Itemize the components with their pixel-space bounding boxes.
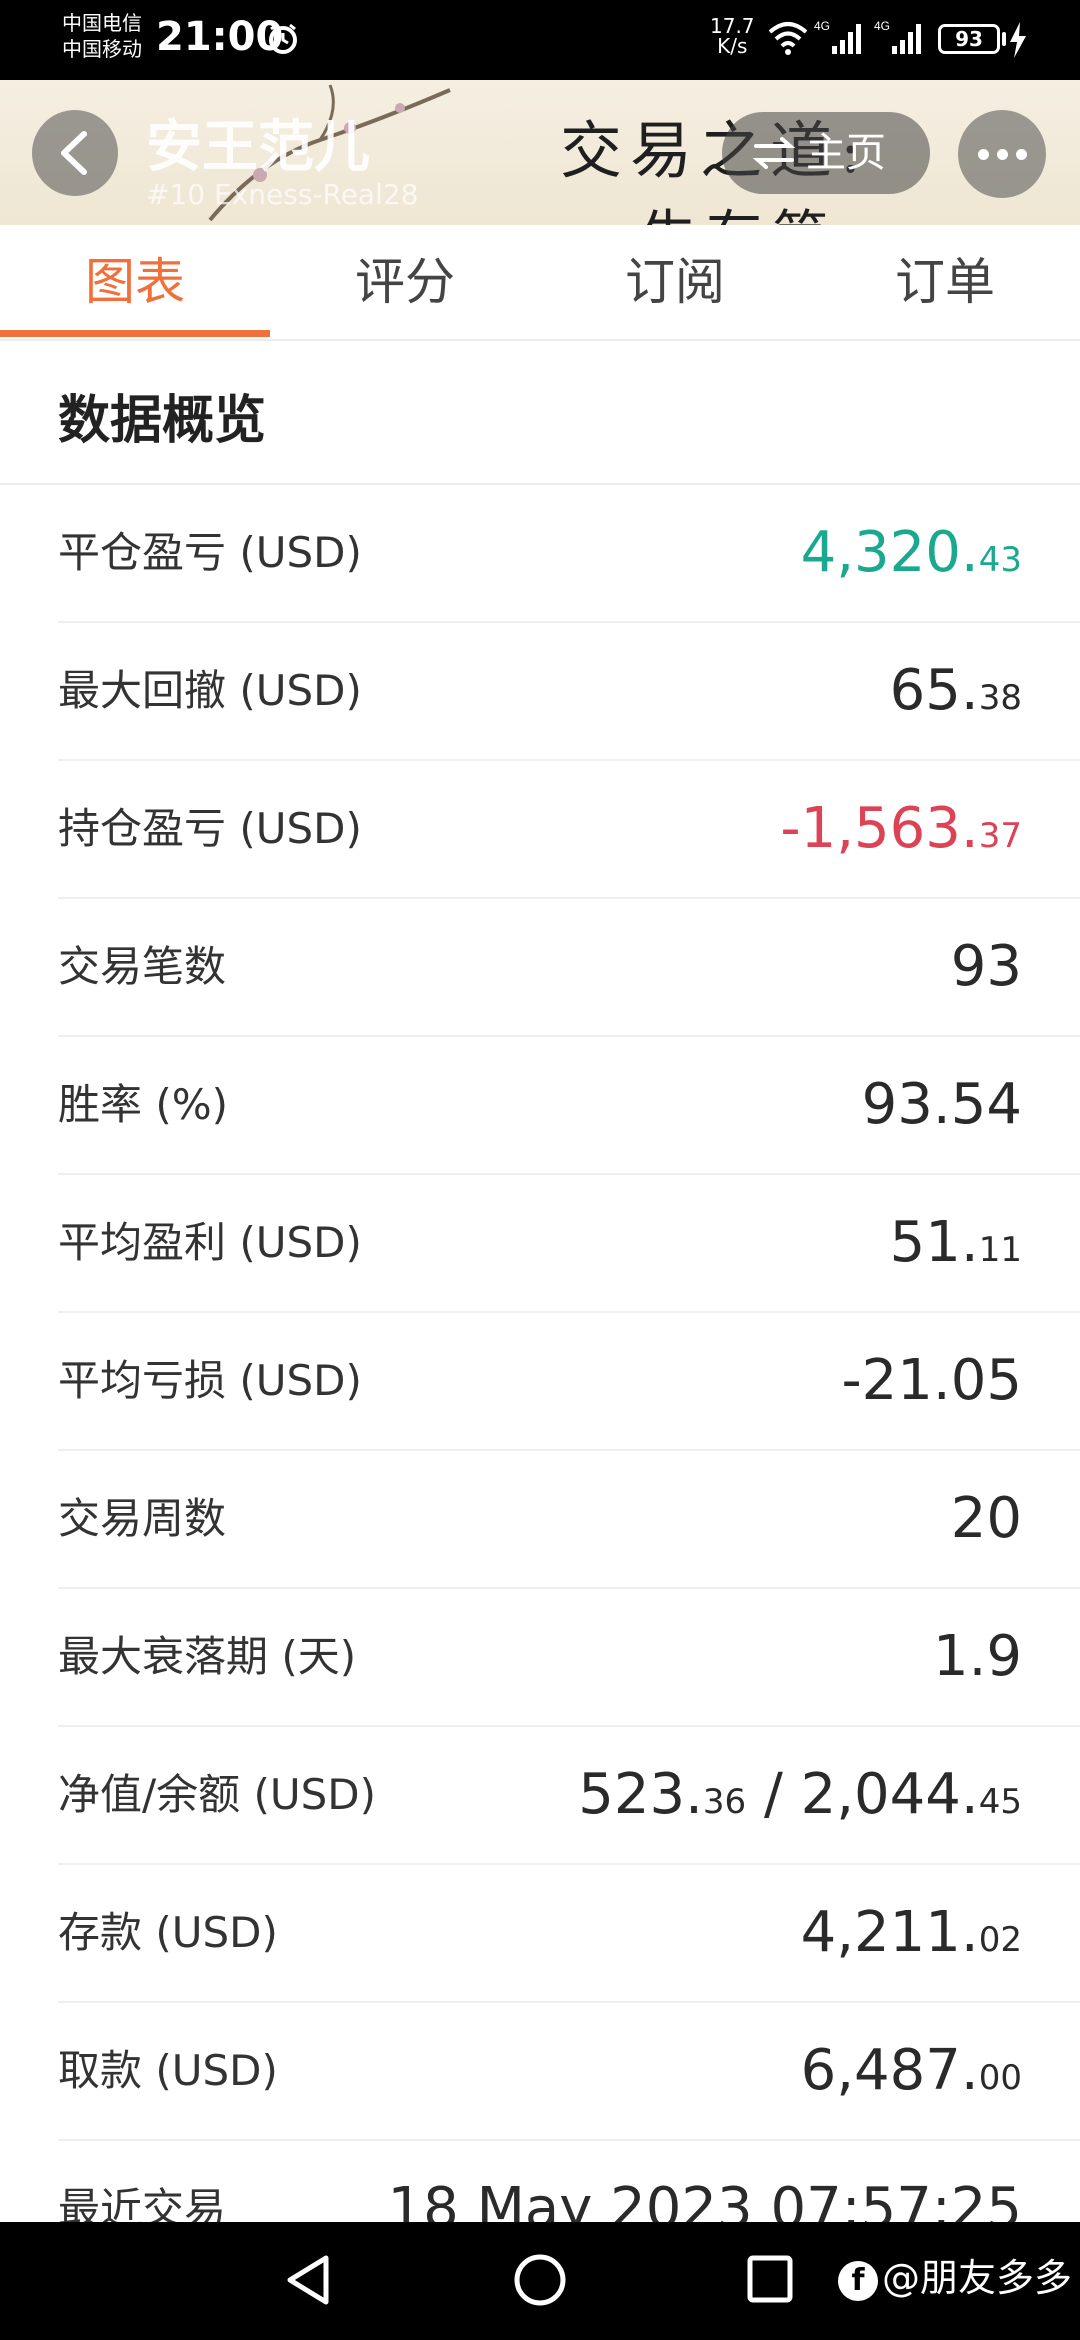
nav-back-icon[interactable] <box>282 2252 334 2308</box>
tab-subscribe[interactable]: 订阅 <box>540 225 810 339</box>
switch-arrows-icon <box>752 137 796 169</box>
carrier-info: 中国电信 中国移动 <box>62 10 142 62</box>
profile-header: 交易之道: 生存第一 安王范儿 #10 Exness-Real28 主页 <box>0 80 1080 225</box>
stats-list: 平仓盈亏 (USD) 4,320.43 最大回撤 (USD) 65.38 持仓盈… <box>0 485 1080 2279</box>
watermark: f @朋友多多 <box>838 2250 1072 2306</box>
stat-label: 存款 (USD) <box>58 1908 278 1957</box>
section-title: 数据概览 <box>58 391 267 451</box>
chevron-left-icon <box>61 131 87 175</box>
stat-row-avg-profit: 平均盈利 (USD) 51.11 <box>58 1175 1080 1313</box>
stat-value: 6,487.00 <box>800 2038 1022 2103</box>
stat-label: 胜率 (%) <box>58 1080 229 1129</box>
more-dot-icon <box>978 149 989 160</box>
stat-label: 净值/余额 (USD) <box>58 1770 377 1819</box>
stat-value: 20 <box>950 1486 1022 1551</box>
stat-row-max-decline-period: 最大衰落期 (天) 1.9 <box>58 1589 1080 1727</box>
stat-label: 平均盈利 (USD) <box>58 1218 362 1267</box>
signal-1-label: 4G <box>814 19 830 33</box>
signal-icon-1: 4G <box>814 19 861 54</box>
stat-value: 4,320.43 <box>800 520 1022 585</box>
speed-value: 17.7 <box>710 14 755 38</box>
carrier-1: 中国电信 <box>62 11 142 35</box>
watermark-text: @朋友多多 <box>882 2256 1073 2300</box>
profile-name: 安王范儿 <box>146 115 370 180</box>
stat-value: 523.36 / 2,044.45 <box>578 1762 1022 1827</box>
account-id: #10 Exness-Real28 <box>146 178 419 211</box>
stat-label: 最大回撤 (USD) <box>58 666 362 715</box>
stat-row-trade-count: 交易笔数 93 <box>58 899 1080 1037</box>
home-button-label: 主页 <box>806 130 886 176</box>
stat-label: 最大衰落期 (天) <box>58 1632 357 1681</box>
stat-value: -21.05 <box>841 1348 1022 1413</box>
stat-label: 交易周数 <box>58 1494 227 1543</box>
stat-value: 93.54 <box>861 1072 1022 1137</box>
back-button[interactable] <box>32 110 118 196</box>
stat-value: 93 <box>950 934 1022 999</box>
more-dot-icon <box>997 149 1008 160</box>
speed-unit: K/s <box>717 34 748 58</box>
stat-value: -1,563.37 <box>780 796 1022 861</box>
more-options-button[interactable] <box>958 110 1046 198</box>
stat-label: 平仓盈亏 (USD) <box>58 528 362 577</box>
tab-chart[interactable]: 图表 <box>0 225 270 339</box>
charging-bolt-icon <box>1010 22 1026 58</box>
nav-home-icon[interactable] <box>512 2252 568 2308</box>
battery-indicator: 93 <box>938 24 1000 54</box>
watermark-logo-icon: f <box>838 2260 878 2301</box>
active-tab-indicator <box>0 330 270 337</box>
wifi-icon <box>768 22 808 55</box>
more-dot-icon <box>1016 149 1027 160</box>
stat-label: 持仓盈亏 (USD) <box>58 804 362 853</box>
stat-row-open-pnl: 持仓盈亏 (USD) -1,563.37 <box>58 761 1080 899</box>
stat-value: 4,211.02 <box>800 1900 1022 1965</box>
home-button[interactable]: 主页 <box>722 112 930 194</box>
tab-orders[interactable]: 订单 <box>810 225 1080 339</box>
signal-icon-2: 4G <box>874 19 921 54</box>
stat-row-closed-pnl: 平仓盈亏 (USD) 4,320.43 <box>58 485 1080 623</box>
stat-row-win-rate: 胜率 (%) 93.54 <box>58 1037 1080 1175</box>
stat-row-deposits: 存款 (USD) 4,211.02 <box>58 1865 1080 2003</box>
status-bar: 中国电信 中国移动 21:00 17.7 K/s 4G 4G 93 <box>0 0 1080 80</box>
stat-value: 1.9 <box>932 1624 1022 1689</box>
system-nav-bar: f @朋友多多 <box>0 2222 1080 2340</box>
stat-row-max-drawdown: 最大回撤 (USD) 65.38 <box>58 623 1080 761</box>
banner-calligraphy-line2: 生存第一 <box>640 192 904 225</box>
stat-label: 平均亏损 (USD) <box>58 1356 362 1405</box>
stat-label: 取款 (USD) <box>58 2046 278 2095</box>
stat-value: 65.38 <box>889 658 1022 723</box>
tab-bar: 图表 评分 订阅 订单 <box>0 225 1080 341</box>
stat-row-avg-loss: 平均亏损 (USD) -21.05 <box>58 1313 1080 1451</box>
nav-recent-apps-icon[interactable] <box>746 2254 794 2304</box>
carrier-2: 中国移动 <box>62 37 142 61</box>
tab-rating[interactable]: 评分 <box>270 225 540 339</box>
stat-label: 交易笔数 <box>58 942 227 991</box>
stat-row-equity-balance: 净值/余额 (USD) 523.36 / 2,044.45 <box>58 1727 1080 1865</box>
network-speed: 17.7 K/s <box>710 16 755 56</box>
alarm-icon <box>269 23 297 54</box>
stat-row-withdrawals: 取款 (USD) 6,487.00 <box>58 2003 1080 2141</box>
stat-value: 51.11 <box>889 1210 1022 1275</box>
battery-cap <box>1002 32 1006 46</box>
stat-row-trade-weeks: 交易周数 20 <box>58 1451 1080 1589</box>
clock: 21:00 <box>156 14 284 60</box>
signal-2-label: 4G <box>874 19 890 33</box>
